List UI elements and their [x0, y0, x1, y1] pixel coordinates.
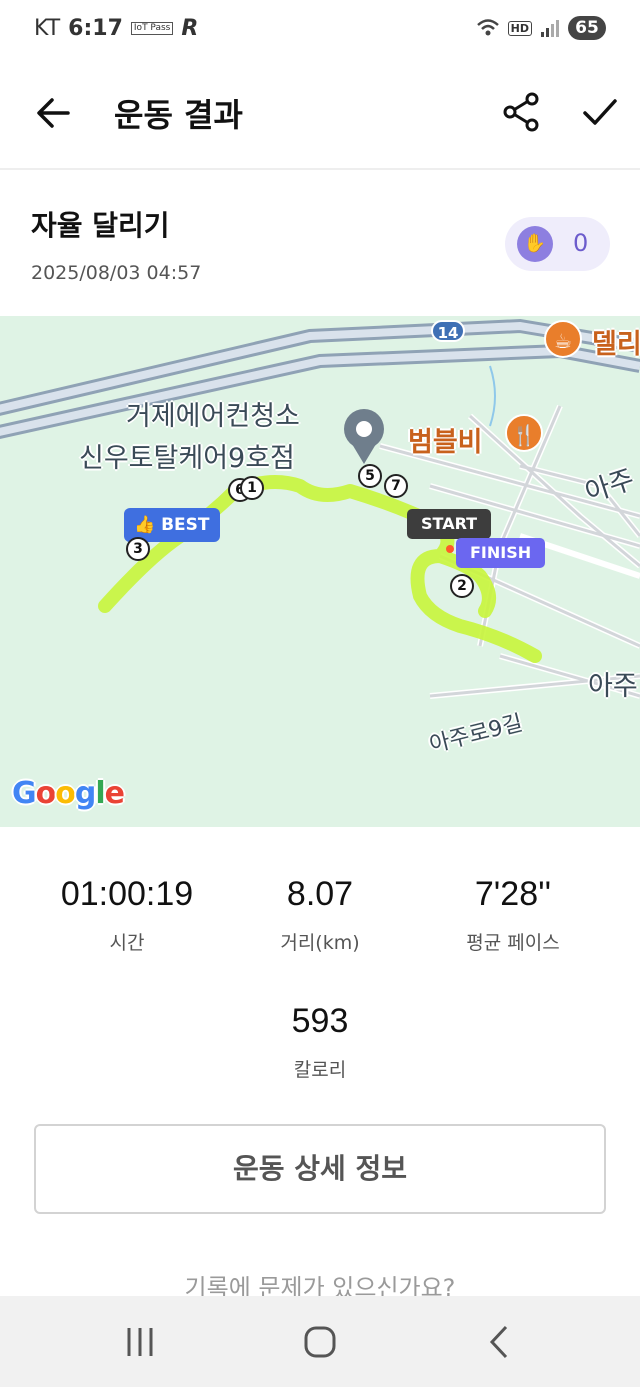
- google-logo-g2: g: [74, 776, 97, 811]
- back-arrow-icon[interactable]: [30, 90, 76, 136]
- status-left: KT 6:17 IoT Pass R: [34, 16, 198, 41]
- best-tag-label: BEST: [161, 515, 210, 535]
- recent-apps-icon[interactable]: [110, 1320, 170, 1364]
- poi-cafe-label[interactable]: 델리: [592, 322, 640, 361]
- google-logo-e: e: [104, 776, 125, 811]
- google-logo-g1: G: [12, 776, 37, 811]
- stat-time: 01:00:19 시간: [27, 875, 227, 955]
- google-logo-o2: o: [55, 776, 76, 811]
- stat-pace: 7'28'' 평균 페이스: [413, 875, 613, 955]
- google-logo: Google: [12, 776, 125, 811]
- app-bar: 운동 결과: [0, 60, 640, 170]
- clock: 6:17: [68, 16, 123, 41]
- route-marker-2[interactable]: 2: [450, 574, 474, 598]
- road-shield-14: 14: [431, 320, 465, 342]
- workout-header: 자율 달리기 2025/08/03 04:57 ✋ 0: [0, 172, 640, 316]
- iot-pass-badge: IoT Pass: [130, 22, 174, 35]
- clap-button[interactable]: ✋ 0: [505, 217, 610, 271]
- google-logo-l: l: [95, 776, 105, 811]
- stat-distance-value: 8.07: [286, 875, 354, 913]
- stat-calories: 593 칼로리: [220, 1002, 420, 1082]
- app-logo-icon: R: [181, 16, 199, 41]
- stat-pace-value: 7'28'': [474, 875, 552, 913]
- finish-tag[interactable]: FINISH: [456, 538, 546, 568]
- route-marker-7[interactable]: 7: [384, 474, 408, 498]
- stat-pace-label: 평균 페이스: [466, 932, 560, 954]
- workout-datetime: 2025/08/03 04:57: [31, 262, 202, 284]
- poi-place-label-line2[interactable]: 신우토탈케어9호점: [79, 436, 295, 475]
- poi-restaurant-label[interactable]: 범블비: [408, 420, 483, 459]
- status-right: HD 65: [476, 16, 606, 40]
- stats-panel: 01:00:19 시간 8.07 거리(km) 7'28'' 평균 페이스 59…: [0, 827, 640, 1117]
- map-base: [0, 318, 640, 699]
- route-marker-5[interactable]: 5: [358, 464, 382, 488]
- stat-distance: 8.07 거리(km): [220, 875, 420, 955]
- home-icon[interactable]: [290, 1320, 350, 1364]
- hd-voice-icon: HD: [507, 20, 532, 36]
- stat-calories-value: 593: [291, 1002, 349, 1040]
- check-icon[interactable]: [578, 90, 622, 134]
- stat-calories-label: 칼로리: [293, 1059, 347, 1081]
- wifi-icon: [476, 19, 499, 36]
- poi-place-label-line1[interactable]: 거제에어컨청소: [126, 394, 300, 433]
- route-map[interactable]: 14 ☕ 델리 거제에어컨청소 신우토탈케어9호점 범블비 🍴 아주 아주 아주…: [0, 316, 640, 827]
- workout-detail-button[interactable]: 운동 상세 정보: [34, 1124, 606, 1214]
- clapping-hands-icon: ✋: [517, 226, 553, 262]
- workout-title: 자율 달리기: [31, 209, 170, 242]
- stat-time-label: 시간: [109, 932, 145, 954]
- stat-distance-label: 거리(km): [280, 932, 360, 954]
- cafe-icon[interactable]: ☕: [544, 320, 582, 358]
- page-title: 운동 결과: [114, 96, 243, 134]
- clap-count: 0: [573, 229, 589, 257]
- google-logo-o1: o: [35, 776, 57, 811]
- route-marker-3[interactable]: 3: [126, 537, 150, 561]
- carrier-label: KT: [34, 16, 61, 41]
- share-icon[interactable]: [500, 90, 544, 134]
- start-tag[interactable]: START: [407, 509, 492, 539]
- road-label-2: 아주: [588, 671, 638, 702]
- status-bar: KT 6:17 IoT Pass R HD 65: [0, 0, 640, 60]
- nav-back-icon[interactable]: [470, 1320, 530, 1364]
- battery-icon: 65: [568, 16, 606, 40]
- stat-time-value: 01:00:19: [60, 875, 194, 913]
- signal-icon: [541, 20, 559, 37]
- route-marker-1[interactable]: 1: [240, 476, 264, 500]
- system-nav-bar: [0, 1296, 640, 1387]
- restaurant-icon[interactable]: 🍴: [505, 414, 543, 452]
